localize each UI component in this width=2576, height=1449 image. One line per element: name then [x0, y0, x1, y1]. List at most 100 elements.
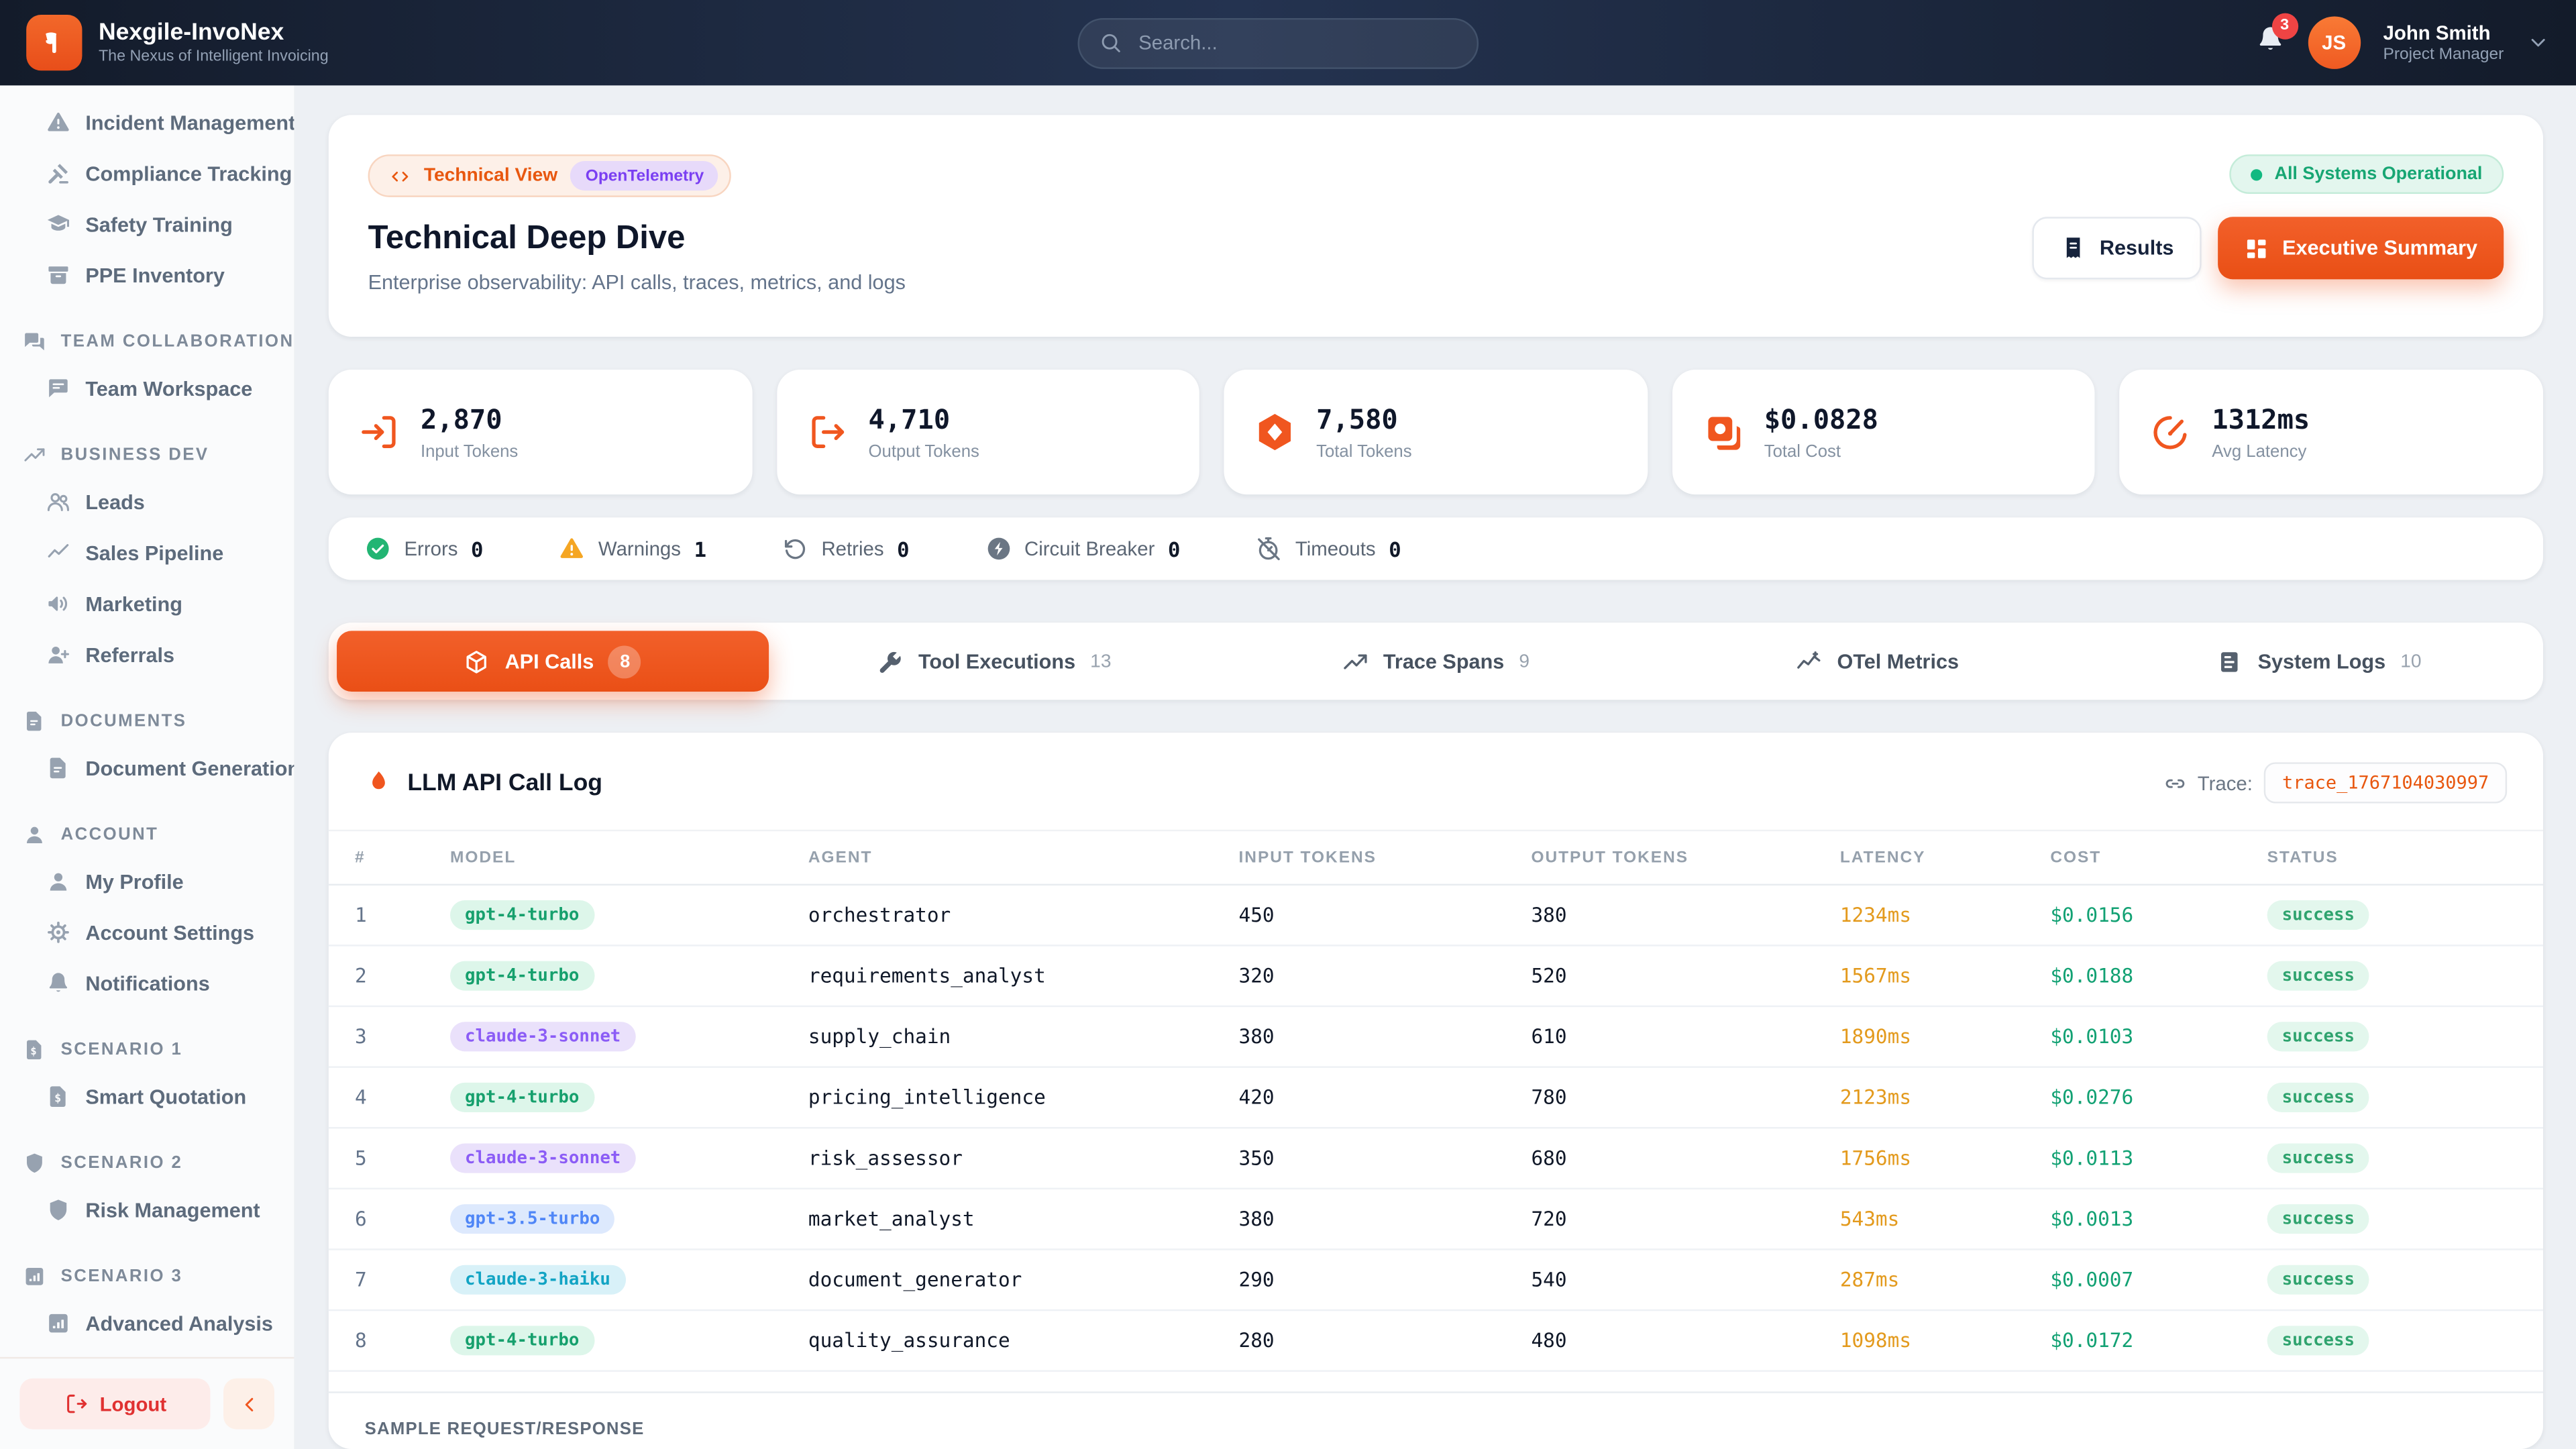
row-num: 5 — [354, 1146, 367, 1170]
stat-value: 7,580 — [1316, 403, 1398, 435]
global-search[interactable] — [1077, 17, 1479, 68]
api-call-row[interactable]: 6 gpt-3.5-turbo market_analyst 380 720 543ms $… — [328, 1189, 2544, 1250]
health-item-timeouts: Timeouts 0 — [1256, 535, 1401, 561]
sidebar-footer: Logout — [0, 1356, 294, 1449]
tab-api-calls[interactable]: API Calls 8 — [337, 631, 769, 692]
sidebar-item-label: Document Generation — [85, 756, 294, 780]
tab-count: 13 — [1090, 651, 1112, 672]
tab-trace-spans[interactable]: Trace Spans 9 — [1220, 631, 1652, 692]
agent-cell: orchestrator — [808, 903, 951, 927]
logout-button[interactable]: Logout — [19, 1378, 211, 1430]
sidebar-section-label: ACCOUNT — [60, 824, 159, 845]
svg-text:$: $ — [30, 1044, 38, 1057]
stat-card-input-tokens: 2,870 Input Tokens — [328, 370, 752, 495]
chartbox-icon — [23, 1265, 46, 1288]
output-tokens-cell: 380 — [1531, 903, 1567, 927]
avatar[interactable]: JS — [2307, 16, 2361, 69]
tab-label: API Calls — [504, 649, 594, 673]
user-menu-chevron-icon[interactable] — [2527, 32, 2550, 54]
file-icon — [46, 756, 71, 781]
api-call-row[interactable]: 3 claude-3-sonnet supply_chain 380 610 1890ms… — [328, 1007, 2544, 1068]
sidebar-item-team-workspace[interactable]: Team Workspace — [16, 363, 277, 414]
trace-label: Trace: — [2197, 771, 2253, 795]
top-bar: Nexgile-InvoNex The Nexus of Intelligent… — [0, 0, 2576, 86]
sidebar-item-my-profile[interactable]: My Profile — [16, 856, 277, 907]
sidebar-item-notifications[interactable]: Notifications — [16, 958, 277, 1009]
health-item-retries: Retries 0 — [782, 535, 910, 561]
agent-cell: pricing_intelligence — [808, 1085, 1046, 1110]
stat-value: 1312ms — [2212, 403, 2310, 435]
sidebar-item-label: Marketing — [85, 592, 182, 616]
llm-call-log-card: LLM API Call Log Trace: trace_1767104030… — [328, 733, 2544, 1449]
search-icon — [1099, 32, 1122, 54]
agent-cell: requirements_analyst — [808, 964, 1046, 987]
sidebar-item-safety-inspections[interactable]: Safety Inspections — [16, 85, 277, 97]
column-header-status: STATUS — [2267, 848, 2339, 867]
sidebar-section-label: TEAM COLLABORATION — [60, 331, 294, 352]
latency-cell: 1890ms — [1839, 1025, 1912, 1049]
cost-cell: $0.0172 — [2050, 1329, 2134, 1352]
tab-system-logs[interactable]: System Logs 10 — [2103, 631, 2535, 692]
health-item-errors: Errors 0 — [365, 535, 483, 561]
coins-icon — [1702, 411, 1745, 453]
model-pill: claude-3-sonnet — [450, 1022, 808, 1052]
svg-text:$: $ — [54, 1091, 61, 1104]
agent-cell: risk_assessor — [808, 1146, 963, 1170]
stat-value: 2,870 — [420, 403, 502, 435]
latency-cell: 287ms — [1839, 1268, 1900, 1291]
tab-otel-metrics[interactable]: OTel Metrics — [1662, 631, 2094, 692]
executive-summary-button[interactable]: Executive Summary — [2218, 217, 2504, 280]
notifications-button[interactable]: 3 — [2255, 12, 2298, 62]
sidebar-collapse-button[interactable] — [223, 1378, 274, 1430]
output-tokens-cell: 520 — [1531, 964, 1567, 987]
sidebar-item-label: Leads — [85, 490, 145, 514]
api-call-row[interactable]: 5 claude-3-sonnet risk_assessor 350 680 1756m… — [328, 1128, 2544, 1190]
column-header-agent: AGENT — [808, 848, 873, 867]
model-pill: gpt-4-turbo — [450, 900, 808, 930]
app-logo-icon — [26, 15, 83, 71]
api-call-row[interactable]: 4 gpt-4-turbo pricing_intelligence 420 780 21… — [328, 1068, 2544, 1129]
sidebar-item-compliance-tracking[interactable]: Compliance Tracking — [16, 148, 292, 199]
userplus-icon — [46, 643, 71, 667]
api-call-row[interactable]: 7 claude-3-haiku document_generator 290 540 2… — [328, 1250, 2544, 1311]
tab-count: 10 — [2400, 651, 2422, 672]
api-call-row[interactable]: 1 gpt-4-turbo orchestrator 450 380 1234ms $0.0… — [328, 885, 2544, 947]
row-num: 2 — [354, 964, 367, 987]
latency-cell: 2123ms — [1839, 1085, 1912, 1110]
sidebar-item-risk-management[interactable]: Risk Management — [16, 1185, 277, 1236]
trace-id[interactable]: trace_1767104030997 — [2264, 762, 2508, 804]
output-tokens-cell: 540 — [1531, 1268, 1567, 1291]
search-input[interactable] — [1135, 30, 1458, 56]
sidebar-section-label: SCENARIO 3 — [60, 1267, 183, 1287]
user-name: John Smith — [2383, 21, 2491, 45]
sidebar-item-advanced-analysis[interactable]: Advanced Analysis — [16, 1298, 277, 1349]
row-num: 1 — [354, 903, 367, 927]
sidebar-item-document-generation[interactable]: Document Generation — [16, 743, 294, 794]
row-num: 7 — [354, 1268, 367, 1291]
api-call-row[interactable]: 2 gpt-4-turbo requirements_analyst 320 520 15… — [328, 947, 2544, 1008]
results-button[interactable]: Results — [2032, 217, 2202, 280]
tab-tool-executions[interactable]: Tool Executions 13 — [778, 631, 1210, 692]
sidebar-item-account-settings[interactable]: Account Settings — [16, 907, 277, 958]
sidebar-item-smart-quotation[interactable]: $ Smart Quotation — [16, 1071, 277, 1122]
sidebar-item-safety-training[interactable]: Safety Training — [16, 199, 277, 250]
sidebar-item-ppe-inventory[interactable]: PPE Inventory — [16, 250, 277, 301]
model-pill: claude-3-haiku — [450, 1265, 808, 1295]
status-dot-icon — [2251, 168, 2263, 180]
stat-card-avg-latency: 1312ms Avg Latency — [2120, 370, 2544, 495]
cost-cell: $0.0007 — [2050, 1268, 2134, 1291]
view-badge-label: Technical View — [423, 166, 558, 186]
sidebar-item-marketing[interactable]: Marketing — [16, 578, 277, 629]
cost-cell: $0.0188 — [2050, 964, 2134, 987]
stat-label: Total Tokens — [1316, 441, 1412, 461]
api-call-row[interactable]: 8 gpt-4-turbo quality_assurance 280 480 1098m… — [328, 1311, 2544, 1372]
sidebar-item-leads[interactable]: Leads — [16, 476, 277, 527]
output-tokens-cell: 780 — [1531, 1085, 1567, 1110]
logs-icon — [2216, 648, 2243, 674]
sidebar-item-incident-management[interactable]: Incident Management — [16, 97, 294, 148]
sidebar-item-referrals[interactable]: Referrals — [16, 629, 277, 680]
breaker-icon — [985, 535, 1011, 561]
sidebar-item-sales-pipeline[interactable]: Sales Pipeline — [16, 527, 277, 578]
page-title: Technical Deep Dive — [368, 220, 686, 257]
warning-icon — [559, 535, 585, 561]
